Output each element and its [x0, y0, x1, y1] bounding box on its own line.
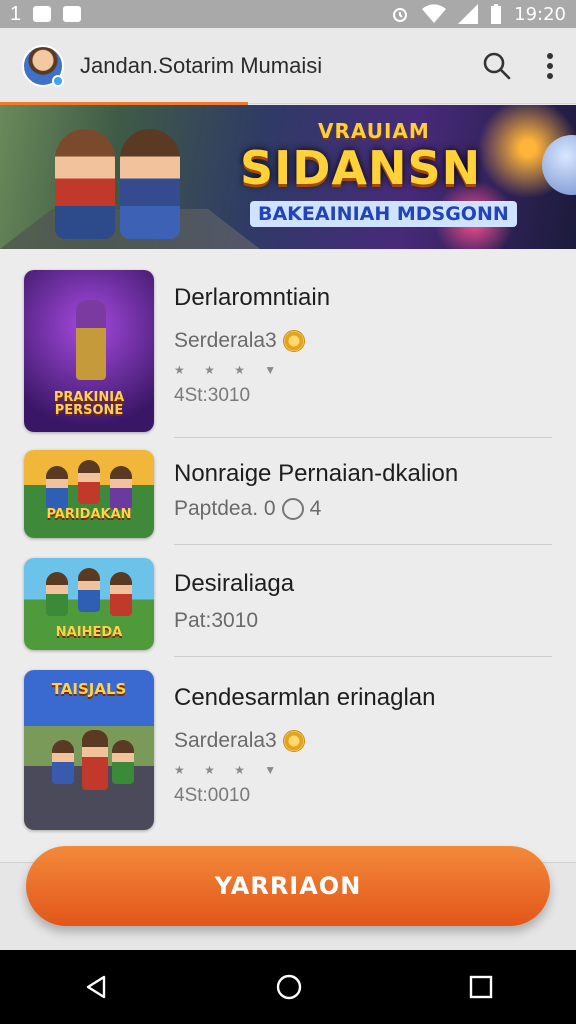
banner-title: SIDANSN: [240, 141, 482, 195]
banner-subtitle: VRAUIAM: [318, 119, 430, 143]
thumbnail-caption: TAISJALS: [51, 680, 127, 698]
game-subtitle: Pat:3010: [174, 608, 259, 632]
game-thumbnail: TAISJALS: [24, 670, 154, 830]
primary-cta-button[interactable]: YARRIAON: [26, 846, 550, 926]
status-bar: 1 19:20: [0, 0, 576, 28]
alarm-icon: [393, 8, 408, 22]
divider: [174, 437, 552, 438]
thumbnail-caption: PARIDAKAN: [46, 507, 132, 523]
game-list: PRAKINIA PERSONE Derlaromntiain Serderal…: [0, 250, 576, 860]
rating-stars: ★ ★ ★ ▼: [174, 762, 285, 777]
thumbnail-character: [110, 466, 132, 510]
divider: [174, 544, 552, 545]
game-meta: 4St:0010: [174, 784, 251, 806]
game-subtitle: Paptdea. 0: [174, 496, 276, 520]
recents-icon[interactable]: [468, 974, 494, 1000]
list-item[interactable]: TAISJALS Cendesarmlan erinaglan Sarderal…: [24, 670, 552, 830]
divider: [174, 656, 552, 657]
thumbnail-character: [76, 300, 106, 380]
game-thumbnail: PARIDAKAN: [24, 450, 154, 538]
game-title: Derlaromntiain: [174, 284, 331, 311]
search-icon[interactable]: [482, 51, 512, 81]
coin-icon: [282, 729, 305, 752]
thumbnail-character: [78, 460, 100, 504]
game-thumbnail: PRAKINIA PERSONE: [24, 270, 154, 432]
promo-banner[interactable]: VRAUIAM SIDANSN BAKEAINIAH MDSGONN: [0, 105, 576, 249]
signal-icon: [458, 4, 479, 24]
banner-tagline: BAKEAINIAH MDSGONN: [250, 201, 517, 227]
avatar[interactable]: [22, 44, 64, 87]
thumbnail-character: [110, 572, 132, 616]
more-icon[interactable]: [546, 52, 554, 79]
game-subtitle-extra: 4: [309, 496, 322, 520]
message-icon: [63, 6, 82, 22]
list-item[interactable]: NAIHEDA Desiraliaga Pat:3010: [24, 558, 552, 650]
wifi-icon: [422, 4, 447, 24]
coin-icon: [282, 329, 305, 352]
notification-icon: [33, 6, 52, 22]
home-icon[interactable]: [274, 972, 304, 1002]
navigation-bar: [0, 950, 576, 1024]
app-bar: Jandan.Sotarim Mumaisi: [0, 28, 576, 106]
banner-character: [55, 129, 115, 239]
game-subtitle: Serderala3: [174, 328, 277, 352]
price-icon: [281, 497, 304, 520]
rating-stars: ★ ★ ★ ▼: [174, 362, 285, 377]
thumbnail-character: [46, 572, 68, 616]
list-item[interactable]: PARIDAKAN Nonraige Pernaian-dkalion Papt…: [24, 450, 552, 538]
thumbnail-character: [52, 740, 74, 784]
thumbnail-character: [78, 568, 100, 612]
thumbnail-character: [112, 740, 134, 784]
game-subtitle: Sarderala3: [174, 728, 277, 752]
banner-character: [120, 129, 180, 239]
game-title: Cendesarmlan erinaglan: [174, 684, 436, 711]
back-icon[interactable]: [82, 973, 110, 1001]
thumbnail-caption: PRAKINIA PERSONE: [53, 389, 125, 419]
game-meta: 4St:3010: [174, 384, 251, 406]
thumbnail-character: [46, 466, 68, 510]
game-title: Nonraige Pernaian-dkalion: [174, 460, 459, 487]
online-badge: [52, 74, 64, 87]
list-item[interactable]: PRAKINIA PERSONE Derlaromntiain Serderal…: [24, 270, 552, 432]
status-time: 19:20: [514, 3, 566, 25]
game-thumbnail: NAIHEDA: [24, 558, 154, 650]
battery-icon: [491, 4, 502, 24]
game-title: Desiraliaga: [174, 570, 295, 597]
thumbnail-character: [82, 730, 108, 790]
thumbnail-caption: NAIHEDA: [55, 625, 123, 641]
app-title: Jandan.Sotarim Mumaisi: [80, 52, 323, 78]
status-left-text: 1: [10, 2, 22, 25]
